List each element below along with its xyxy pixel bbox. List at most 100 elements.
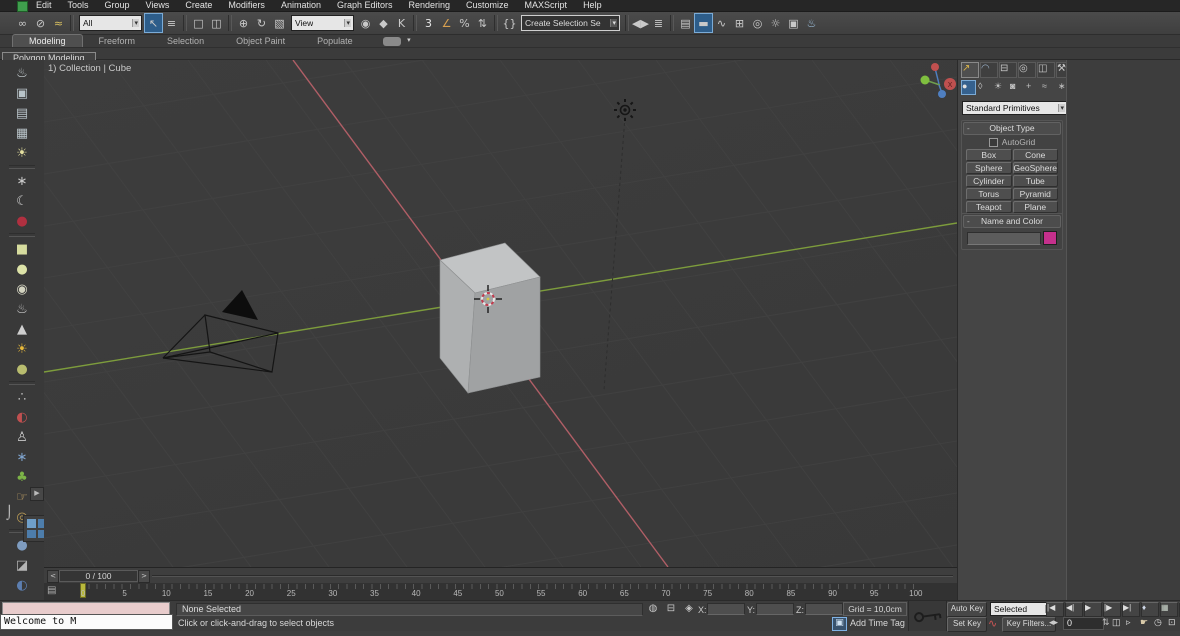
time-tag-icon[interactable]: ▣	[832, 617, 847, 631]
list-view-icon[interactable]: ▤	[7, 103, 37, 123]
disc-primitive-icon[interactable]: ●	[7, 359, 37, 379]
menu-item[interactable]: Customize	[458, 0, 517, 11]
primitive-button[interactable]: Sphere	[966, 162, 1012, 174]
object-name-field[interactable]	[967, 231, 1041, 245]
schematic-view-icon[interactable]: ⊞	[731, 14, 748, 32]
primitive-button[interactable]: Tube	[1012, 175, 1058, 187]
primitive-button[interactable]: Plane	[1012, 201, 1058, 213]
rectangular-selection-region-icon[interactable]: □	[190, 14, 207, 32]
absolute-offset-icon[interactable]: ◈	[682, 603, 696, 615]
name-color-header[interactable]: - Name and Color	[963, 215, 1061, 228]
menu-item[interactable]: Rendering	[401, 0, 459, 11]
z-coordinate-field[interactable]	[805, 603, 843, 615]
bind-to-space-warp-icon[interactable]: ≈	[50, 14, 67, 32]
primitive-button[interactable]: GeoSphere	[1012, 162, 1058, 174]
red-cluster-icon[interactable]: ●	[7, 211, 37, 231]
time-configuration-icon[interactable]: ◫	[1112, 617, 1125, 630]
set-key-curve-icon[interactable]: ∿	[988, 617, 1000, 630]
isolate-selection-icon[interactable]: ◍	[646, 603, 660, 615]
menu-item[interactable]: Help	[575, 0, 610, 11]
time-slider-next-button[interactable]: >	[138, 570, 150, 583]
time-slider-value[interactable]: 0 / 100	[59, 570, 138, 582]
menu-item[interactable]: Group	[97, 0, 138, 11]
menu-item[interactable]: Edit	[28, 0, 60, 11]
frame-spinner[interactable]: ⇅	[1102, 617, 1111, 630]
rain-particles-icon[interactable]: ∴	[7, 387, 37, 407]
key-mode-toggle[interactable]: ◂▸	[1046, 617, 1061, 630]
snowflake-icon[interactable]: ∗	[7, 447, 37, 467]
crowd-icon[interactable]: ♙	[7, 427, 37, 447]
window-crossing-toggle-icon[interactable]: ◫	[208, 14, 225, 32]
align-icon[interactable]: ≣	[650, 14, 667, 32]
menu-item[interactable]: Modifiers	[220, 0, 273, 11]
mini-curve-editor-button[interactable]: ▤	[47, 585, 61, 597]
axis-gizmo[interactable]: X	[920, 63, 957, 98]
cube-object[interactable]	[439, 242, 541, 394]
play-animation-icon[interactable]: ▶	[1084, 602, 1102, 617]
percent-snap-toggle-icon[interactable]: %	[456, 14, 473, 32]
unlink-selection-icon[interactable]: ⊘	[32, 14, 49, 32]
primitives-dropdown[interactable]: Standard Primitives ▾	[962, 101, 1068, 115]
category-space-warps-icon[interactable]: ≈	[1041, 80, 1056, 95]
box-primitive-icon[interactable]: ■	[7, 239, 37, 259]
ribbon-tab-selection[interactable]: Selection	[151, 35, 220, 47]
category-cameras-icon[interactable]: ◙	[1009, 80, 1024, 95]
viewport-label[interactable]: 1) Collection | Cube	[48, 63, 131, 74]
ribbon-config-icon[interactable]	[382, 36, 411, 46]
use-pivot-point-center-icon[interactable]: ◉	[357, 14, 374, 32]
flyout-arrow-button[interactable]: ▶	[30, 487, 44, 501]
rendered-frame-window-icon[interactable]: ▣	[785, 14, 802, 32]
orbit-icon[interactable]: ◷	[1154, 617, 1167, 630]
tab-create[interactable]: ↗	[961, 62, 979, 78]
primitive-button[interactable]: Torus	[966, 188, 1012, 200]
category-shapes-icon[interactable]: ◊	[977, 80, 992, 95]
ribbon-tab-populate[interactable]: Populate	[301, 35, 369, 47]
render-production-icon[interactable]: ♨	[803, 14, 820, 32]
zoom-all-icon[interactable]: ▦	[1160, 602, 1178, 617]
category-helpers-icon[interactable]: +	[1025, 80, 1040, 95]
ribbon-tab-object-paint[interactable]: Object Paint	[220, 35, 301, 47]
y-coordinate-field[interactable]	[756, 603, 794, 615]
previous-frame-icon[interactable]: ◀|	[1065, 602, 1083, 617]
render-setup-icon[interactable]: ☼	[767, 14, 784, 32]
category-lights-icon[interactable]: ☀	[993, 80, 1008, 95]
menu-item[interactable]: Views	[138, 0, 178, 11]
add-time-tag[interactable]: Add Time Tag	[850, 618, 905, 628]
mirror-icon[interactable]: ◀▶	[632, 14, 649, 32]
spinner-snap-toggle-icon[interactable]: ⇅	[474, 14, 491, 32]
sphere-primitive-icon[interactable]: ◉	[7, 279, 37, 299]
auto-key-button[interactable]: Auto Key	[947, 602, 987, 617]
time-slider-prev-button[interactable]: <	[47, 570, 59, 583]
set-keys-area[interactable]	[908, 601, 947, 631]
menu-item[interactable]: Tools	[60, 0, 97, 11]
autogrid-checkbox[interactable]	[988, 137, 998, 147]
reference-coordinate-dropdown[interactable]: View ▾	[291, 15, 354, 31]
ribbon-tab-modeling[interactable]: Modeling	[12, 34, 83, 47]
material-editor-icon[interactable]: ◎	[749, 14, 766, 32]
selection-filter-dropdown[interactable]: All ▾	[79, 15, 142, 31]
sun-light-icon[interactable]: ☀	[7, 339, 37, 359]
curve-editor-icon[interactable]: ∿	[713, 14, 730, 32]
tab-modify[interactable]: ◠	[980, 62, 998, 78]
keyboard-shortcut-override-icon[interactable]: K	[393, 14, 410, 32]
named-selection-sets-dropdown[interactable]: Create Selection Se ▾	[521, 15, 620, 31]
utility-flask-icon[interactable]: ⌡	[6, 506, 20, 532]
primitive-button[interactable]: Cone	[1012, 149, 1058, 161]
track-bar[interactable]: ▤ 0 5 10 15 20 25 30 35 40 45 50 55 60 65 70 75 80 85 90 95…	[44, 583, 957, 601]
tab-display[interactable]: ◫	[1037, 62, 1055, 78]
clipboard-icon[interactable]: ◪	[7, 555, 37, 575]
next-frame-icon[interactable]: |▶	[1103, 602, 1121, 617]
light-note-icon[interactable]: ☀	[7, 143, 37, 163]
menu-item[interactable]: MAXScript	[517, 0, 576, 11]
cone-primitive-icon[interactable]: ▲	[7, 319, 37, 339]
new-key-icon[interactable]: ♦	[1141, 602, 1159, 617]
tab-hierarchy[interactable]: ⊟	[999, 62, 1017, 78]
tab-motion[interactable]: ◎	[1018, 62, 1036, 78]
select-and-rotate-icon[interactable]: ↻	[253, 14, 270, 32]
angle-snap-toggle-icon[interactable]: ∠	[438, 14, 455, 32]
select-by-name-icon[interactable]: ≡	[163, 14, 180, 32]
select-and-move-icon[interactable]: ⊕	[235, 14, 252, 32]
go-to-end-icon[interactable]: ▶|	[1122, 602, 1140, 617]
snaps-toggle-icon[interactable]: 3	[420, 14, 437, 32]
red-blue-ball-icon[interactable]: ◐	[7, 575, 37, 595]
